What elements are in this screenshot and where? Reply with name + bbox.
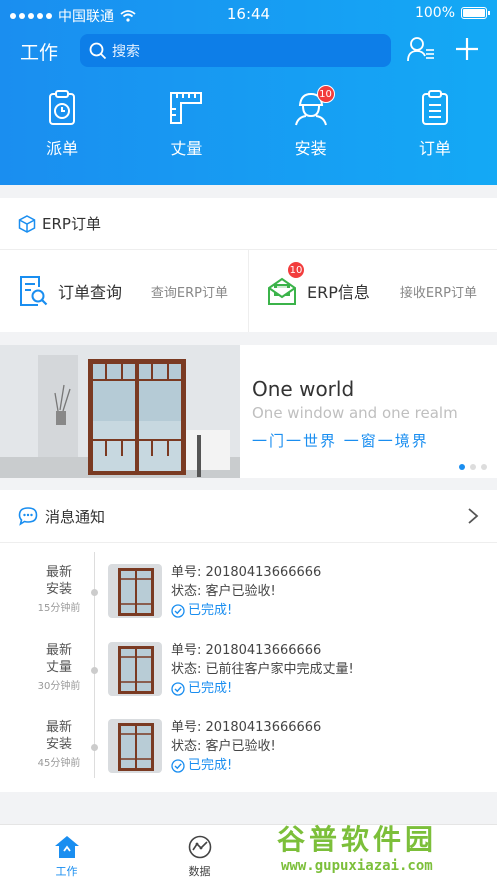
- status-label: 状态:: [171, 739, 202, 754]
- erp-info-badge: 10: [287, 261, 305, 279]
- message-time: 30分钟前: [37, 681, 81, 692]
- quick-action-dispatch[interactable]: 派单: [0, 90, 124, 165]
- erp-order-query[interactable]: 订单查询 查询ERP订单: [0, 250, 248, 332]
- message-time: 15分钟前: [37, 603, 81, 614]
- erp-item-subtitle: 接收ERP订单: [399, 285, 477, 301]
- promo-banner[interactable]: One world One window and one realm 一门一世界…: [0, 345, 497, 478]
- home-work-icon: [54, 836, 79, 858]
- order-number: 20180413666666: [205, 643, 322, 658]
- watermark-url: www.gupuxiazai.com: [281, 858, 433, 874]
- header: 中国联通 16:44 100% 工作 搜索 派单 丈量 10 安装 订单: [0, 0, 497, 185]
- add-icon[interactable]: [455, 37, 479, 61]
- message-item[interactable]: 最新 安装 45分钟前 单号: 20180413666666 状态: 客户已验收…: [0, 719, 497, 783]
- message-time: 45分钟前: [37, 758, 81, 769]
- pager-dot[interactable]: [481, 464, 487, 470]
- quick-action-measure[interactable]: 丈量: [124, 90, 248, 165]
- mail-inbox-icon: [268, 277, 296, 305]
- order-label: 单号:: [171, 565, 202, 580]
- message-item[interactable]: 最新 安装 15分钟前 单号: 20180413666666 状态: 客户已验收…: [0, 564, 497, 628]
- watermark: 谷普软件园 www.gupuxiazai.com: [271, 818, 493, 880]
- section-header: ERP订单: [0, 198, 497, 250]
- ruler-icon: [170, 92, 203, 124]
- quick-actions: 派单 丈量 10 安装 订单: [0, 85, 497, 165]
- section-title: ERP订单: [42, 215, 101, 233]
- clipboard-clock-icon: [49, 90, 76, 125]
- battery-level: 100%: [414, 5, 455, 21]
- install-badge: 10: [316, 85, 335, 103]
- erp-info[interactable]: 10 ERP信息 接收ERP订单: [248, 250, 497, 332]
- door-thumbnail: [108, 642, 162, 696]
- quick-action-order[interactable]: 订单: [373, 90, 497, 165]
- battery-icon: [461, 7, 490, 19]
- banner-headline: One world: [252, 377, 355, 401]
- order-label: 单号:: [171, 643, 202, 658]
- done-status: 已完成!: [188, 603, 233, 618]
- door-product-image: [0, 345, 240, 478]
- tab-data[interactable]: 数据: [133, 825, 266, 883]
- messages-section: 消息通知 最新 安装 15分钟前 单号: 20180413666666 状态: …: [0, 490, 497, 792]
- tab-work[interactable]: 工作: [0, 825, 133, 883]
- search-placeholder: 搜索: [112, 43, 140, 60]
- chat-bubble-icon: [18, 507, 38, 526]
- status-text: 已前往客户家中完成丈量!: [205, 662, 354, 677]
- check-circle-icon: [171, 758, 185, 773]
- status-bar: 中国联通 16:44 100%: [0, 0, 497, 28]
- quick-action-install[interactable]: 10 安装: [249, 85, 373, 165]
- banner-slogan: 一门一世界 一窗一境界: [252, 432, 429, 450]
- banner-tagline: One window and one realm: [252, 404, 458, 422]
- status-text: 客户已验收!: [205, 584, 276, 599]
- message-type: 最新 安装: [45, 720, 72, 752]
- quick-action-label: 安装: [294, 139, 327, 158]
- erp-item-title: 订单查询: [58, 283, 123, 302]
- section-header[interactable]: 消息通知: [0, 490, 497, 543]
- chart-circle-icon: [188, 835, 211, 859]
- chevron-right-icon[interactable]: [467, 507, 479, 525]
- banner-pager[interactable]: [459, 464, 487, 470]
- door-thumbnail: [108, 564, 162, 618]
- search-input[interactable]: 搜索: [80, 34, 391, 67]
- message-item[interactable]: 最新 丈量 30分钟前 单号: 20180413666666 状态: 已前往客户…: [0, 642, 497, 706]
- quick-action-label: 订单: [418, 139, 451, 158]
- box-icon: [18, 214, 36, 233]
- pager-dot[interactable]: [470, 464, 476, 470]
- status-label: 状态:: [171, 662, 202, 677]
- order-number: 20180413666666: [205, 720, 322, 735]
- pager-dot[interactable]: [459, 464, 465, 470]
- contacts-icon[interactable]: [407, 36, 435, 62]
- order-list-icon: [421, 90, 448, 125]
- watermark-title: 谷普软件园: [277, 823, 438, 856]
- timeline-dot: [91, 589, 98, 596]
- status-label: 状态:: [171, 584, 202, 599]
- tab-label: 数据: [188, 865, 211, 878]
- tab-label: 工作: [55, 865, 78, 878]
- order-number: 20180413666666: [205, 565, 322, 580]
- banner-text: One world One window and one realm 一门一世界…: [252, 377, 458, 451]
- order-label: 单号:: [171, 720, 202, 735]
- timeline-dot: [91, 744, 98, 751]
- page-title: 工作: [20, 42, 59, 64]
- timeline-dot: [91, 667, 98, 674]
- message-type: 最新 丈量: [45, 643, 72, 675]
- status-text: 客户已验收!: [205, 739, 276, 754]
- door-thumbnail: [108, 719, 162, 773]
- done-status: 已完成!: [188, 681, 233, 696]
- message-type: 最新 安装: [45, 565, 72, 597]
- check-circle-icon: [171, 603, 185, 618]
- check-circle-icon: [171, 681, 185, 696]
- quick-action-label: 派单: [46, 139, 79, 158]
- document-search-icon: [20, 276, 48, 306]
- quick-action-label: 丈量: [170, 139, 203, 158]
- section-title: 消息通知: [45, 507, 106, 526]
- erp-section: ERP订单 订单查询 查询ERP订单 10 ERP信息 接收ERP订单: [0, 198, 497, 332]
- nav-bar: 工作 搜索: [0, 32, 497, 72]
- done-status: 已完成!: [188, 758, 233, 773]
- erp-item-subtitle: 查询ERP订单: [150, 285, 228, 301]
- erp-item-title: ERP信息: [307, 283, 370, 302]
- search-icon: [89, 42, 107, 59]
